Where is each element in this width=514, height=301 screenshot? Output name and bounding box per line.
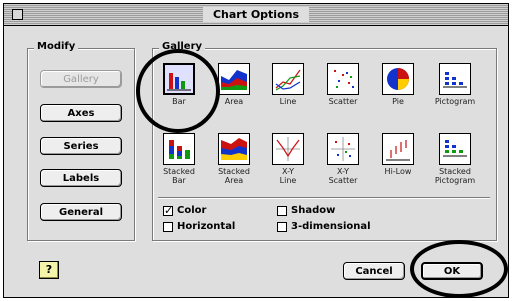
- shadow-label: Shadow: [291, 205, 336, 216]
- chart-type-xy-scatter[interactable]: X-Y Scatter: [320, 133, 366, 185]
- stacked-bar-chart-icon: [163, 133, 195, 165]
- xy-scatter-chart-icon: [327, 133, 359, 165]
- chart-type-label: X-Y Scatter: [328, 167, 358, 185]
- general-button[interactable]: General: [40, 203, 122, 221]
- chart-type-pie[interactable]: Pie: [375, 63, 421, 106]
- gallery-button[interactable]: Gallery: [40, 70, 122, 88]
- horizontal-checkbox[interactable]: Horizontal: [163, 221, 235, 232]
- chart-type-label: Pictogram: [434, 97, 476, 106]
- three-dimensional-checkbox[interactable]: 3-dimensional: [277, 221, 371, 232]
- line-chart-icon: [272, 63, 304, 95]
- chart-type-hi-low[interactable]: Hi-Low: [375, 133, 421, 176]
- shadow-checkbox[interactable]: Shadow: [277, 205, 335, 216]
- color-label: Color: [177, 205, 207, 216]
- hi-low-chart-icon: [382, 133, 414, 165]
- labels-button[interactable]: Labels: [40, 169, 122, 187]
- stacked-pictogram-chart-icon: [439, 133, 471, 165]
- chart-type-label: Line: [279, 97, 297, 106]
- three-dimensional-label: 3-dimensional: [291, 221, 371, 232]
- chart-type-label: Bar: [172, 97, 186, 106]
- chart-type-label: Scatter: [328, 97, 358, 106]
- chart-type-bar[interactable]: Bar: [156, 63, 202, 106]
- chart-options-dialog: Chart Options Modify Gallery Axes Series…: [3, 3, 509, 298]
- chart-type-pictogram[interactable]: Pictogram: [432, 63, 478, 106]
- axes-button[interactable]: Axes: [40, 104, 122, 122]
- chart-type-stacked-bar[interactable]: Stacked Bar: [156, 133, 202, 185]
- pictogram-chart-icon: [439, 63, 471, 95]
- checkbox-box[interactable]: [277, 221, 287, 232]
- xy-line-chart-icon: [272, 133, 304, 165]
- chart-type-label: X-Y Line: [279, 167, 297, 185]
- title-bar[interactable]: Chart Options: [4, 4, 508, 26]
- chart-type-label: Hi-Low: [384, 167, 412, 176]
- chart-type-label: Pie: [392, 97, 404, 106]
- chart-type-scatter[interactable]: Scatter: [320, 63, 366, 106]
- checkbox-box[interactable]: [163, 204, 173, 217]
- horizontal-label: Horizontal: [177, 221, 236, 232]
- help-button[interactable]: ?: [39, 261, 59, 279]
- modify-group-label: Modify: [34, 41, 79, 52]
- chart-type-label: Stacked Pictogram: [434, 167, 476, 185]
- chart-type-stacked-pictogram[interactable]: Stacked Pictogram: [432, 133, 478, 185]
- chart-type-label: Stacked Area: [218, 167, 250, 185]
- checkbox-box[interactable]: [277, 205, 287, 216]
- scatter-chart-icon: [327, 63, 359, 95]
- chart-type-stacked-area[interactable]: Stacked Area: [211, 133, 257, 185]
- dialog-title: Chart Options: [202, 7, 310, 22]
- ok-button[interactable]: OK: [421, 262, 483, 280]
- area-chart-icon: [218, 63, 250, 95]
- bar-chart-icon: [163, 63, 195, 95]
- color-checkbox[interactable]: Color: [163, 204, 207, 217]
- stacked-area-chart-icon: [218, 133, 250, 165]
- gallery-divider: [158, 197, 490, 198]
- pie-chart-icon: [382, 63, 414, 95]
- chart-type-line[interactable]: Line: [265, 63, 311, 106]
- chart-type-label: Area: [224, 97, 244, 106]
- gallery-group-label: Gallery: [159, 41, 206, 52]
- chart-type-area[interactable]: Area: [211, 63, 257, 106]
- series-button[interactable]: Series: [40, 137, 122, 155]
- close-box[interactable]: [12, 9, 23, 20]
- chart-type-label: Stacked Bar: [163, 167, 195, 185]
- checkbox-box[interactable]: [163, 221, 173, 232]
- cancel-button[interactable]: Cancel: [343, 262, 405, 280]
- chart-type-xy-line[interactable]: X-Y Line: [265, 133, 311, 185]
